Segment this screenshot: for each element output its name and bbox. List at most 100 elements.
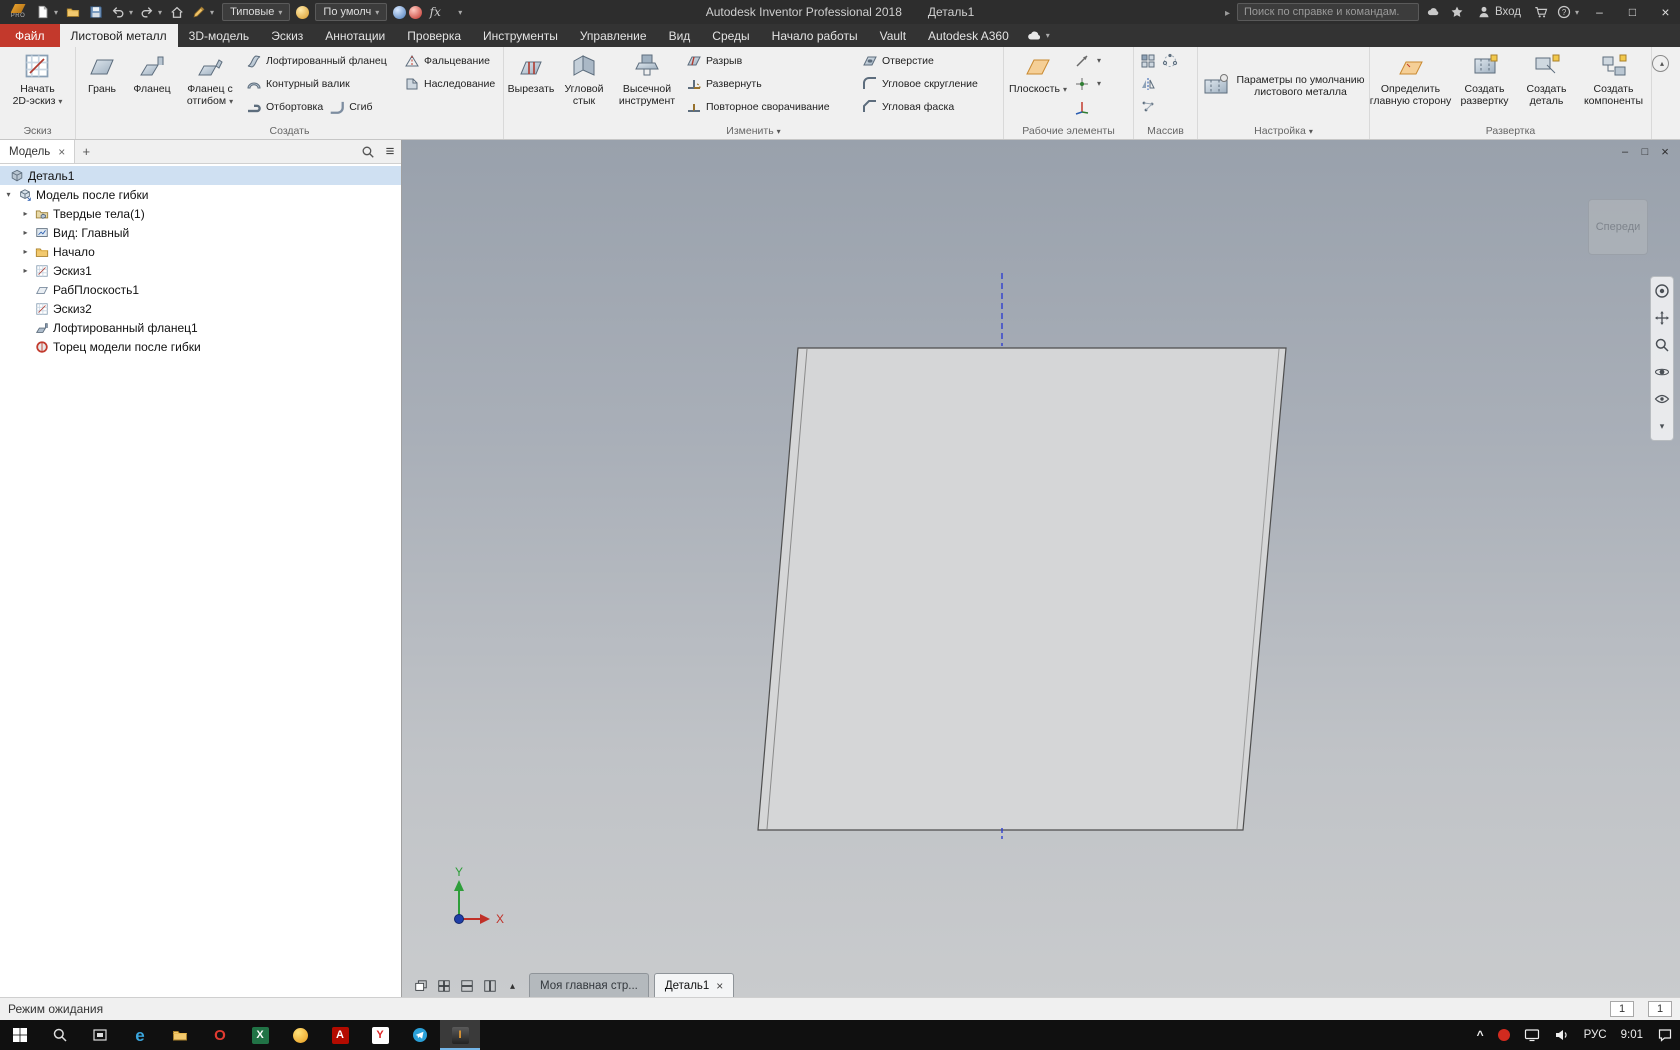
make-components-button[interactable]: Создать компоненты [1577, 49, 1651, 121]
taskbar-inventor-icon[interactable]: I [440, 1020, 480, 1050]
tree-item-lofted-flange1[interactable]: Лофтированный фланец1 [0, 318, 401, 337]
define-a-side-button[interactable]: Определить главную сторону [1370, 49, 1451, 121]
tray-display-icon[interactable] [1517, 1020, 1547, 1050]
expand-tabs-button[interactable] [501, 975, 524, 997]
ucs-button[interactable] [1071, 95, 1104, 118]
fold-button[interactable]: Фальцевание [401, 49, 505, 72]
measure-add-button[interactable] [448, 2, 468, 22]
tree-item-part[interactable]: Деталь1 [0, 166, 401, 185]
taskbar-disk-icon[interactable] [280, 1020, 320, 1050]
tray-overflow-icon[interactable] [1470, 1020, 1491, 1050]
ribbon-collapse-toggle[interactable] [1652, 55, 1669, 72]
browser-search-icon[interactable] [357, 140, 379, 163]
zoom-button[interactable] [1654, 337, 1670, 353]
tile-horizontal-icon[interactable] [455, 975, 478, 997]
taskbar-yandex-icon[interactable]: Y [360, 1020, 400, 1050]
home-button[interactable] [167, 2, 187, 22]
corner-seam-button[interactable]: Угловой стык [557, 49, 611, 121]
appearance-sphere-icon[interactable] [296, 5, 310, 19]
derive-button[interactable]: Наследование [401, 72, 505, 95]
expander-icon[interactable] [20, 209, 31, 218]
navbar-more-button[interactable] [1654, 418, 1670, 434]
tree-item-view-main[interactable]: Вид: Главный [0, 223, 401, 242]
expander-icon[interactable] [3, 190, 14, 199]
new-file-button[interactable] [34, 2, 60, 22]
language-indicator[interactable]: РУС [1577, 1020, 1614, 1050]
notification-center-icon[interactable] [1650, 1020, 1680, 1050]
work-axis-button[interactable] [1071, 49, 1104, 72]
browser-add-tab-button[interactable] [75, 140, 97, 163]
start-button[interactable] [0, 1020, 40, 1050]
tree-item-sketch1[interactable]: Эскиз1 [0, 261, 401, 280]
doc-tab-part[interactable]: Деталь1 [653, 973, 735, 997]
preset-dropdown[interactable]: Типовые [222, 3, 291, 21]
panel-label-modify[interactable]: Изменить [504, 123, 1003, 139]
redo-button[interactable] [138, 2, 164, 22]
material-sphere-icon[interactable] [393, 5, 407, 19]
look-at-button[interactable] [1654, 391, 1670, 407]
clash-sphere-icon[interactable] [409, 5, 423, 19]
help-button[interactable] [1555, 2, 1581, 22]
tree-item-end-of-folded[interactable]: Торец модели после гибки [0, 337, 401, 356]
expander-icon[interactable] [20, 247, 31, 256]
corner-chamfer-button[interactable]: Угловая фаска [859, 95, 1007, 118]
sheet-metal-part[interactable] [757, 347, 1287, 831]
taskbar-explorer-icon[interactable] [160, 1020, 200, 1050]
tile-vertical-icon[interactable] [478, 975, 501, 997]
viewport-canvas[interactable]: Y X [402, 140, 1680, 997]
tab-inspect[interactable]: Проверка [396, 24, 472, 47]
hole-button[interactable]: Отверстие [859, 49, 1007, 72]
taskbar-search-button[interactable] [40, 1020, 80, 1050]
tray-alert-icon[interactable] [1491, 1020, 1517, 1050]
tab-3d-model[interactable]: 3D-модель [178, 24, 261, 47]
lofted-flange-button[interactable]: Лофтированный фланец [243, 49, 399, 72]
expander-icon[interactable] [20, 266, 31, 275]
tab-tools[interactable]: Инструменты [472, 24, 569, 47]
material-dropdown[interactable]: По умолч [315, 3, 388, 21]
tree-item-workplane1[interactable]: РабПлоскость1 [0, 280, 401, 299]
unfold-button[interactable]: Развернуть [683, 72, 857, 95]
tab-annotations[interactable]: Аннотации [314, 24, 396, 47]
tree-item-folded-model[interactable]: Модель после гибки [0, 185, 401, 204]
save-button[interactable] [86, 2, 106, 22]
app-store-button[interactable] [1531, 2, 1551, 22]
tab-environments[interactable]: Среды [701, 24, 760, 47]
taskbar-edge-icon[interactable]: e [120, 1020, 160, 1050]
panel-label-setup[interactable]: Настройка [1198, 123, 1369, 139]
sheet-metal-defaults-button[interactable]: Параметры по умолчанию листового металла [1198, 68, 1368, 104]
maximize-button[interactable] [1618, 0, 1647, 24]
corner-round-button[interactable]: Угловое скругление [859, 72, 1007, 95]
taskbar-excel-icon[interactable]: X [240, 1020, 280, 1050]
tile-windows-icon[interactable] [432, 975, 455, 997]
doc-restore-button[interactable] [1635, 143, 1655, 160]
cut-button[interactable]: Вырезать [507, 49, 555, 121]
clock[interactable]: 9:01 [1614, 1020, 1650, 1050]
viewcube[interactable]: Спереди [1588, 199, 1648, 255]
pan-button[interactable] [1654, 310, 1670, 326]
work-point-button[interactable] [1071, 72, 1104, 95]
undo-button[interactable] [109, 2, 135, 22]
close-button[interactable] [1651, 0, 1680, 24]
tray-volume-icon[interactable] [1547, 1020, 1577, 1050]
a360-sync-icon[interactable] [1423, 2, 1443, 22]
start-2d-sketch-button[interactable]: Начать 2D-эскиз [13, 49, 63, 121]
tree-item-solid-bodies[interactable]: Твердые тела(1) [0, 204, 401, 223]
punch-tool-button[interactable]: Высечной инструмент [613, 49, 681, 121]
work-plane-button[interactable]: Плоскость [1007, 49, 1069, 121]
parameters-fx-button[interactable] [425, 2, 445, 22]
minimize-button[interactable] [1585, 0, 1614, 24]
task-view-button[interactable] [80, 1020, 120, 1050]
viewport[interactable]: Y X Спереди Моя главная стр... Деталь [402, 140, 1680, 997]
tab-a360[interactable]: Autodesk A360 [917, 24, 1020, 47]
tree-item-origin[interactable]: Начало [0, 242, 401, 261]
doc-tab-home[interactable]: Моя главная стр... [529, 973, 649, 997]
cascade-windows-icon[interactable] [409, 975, 432, 997]
browser-tab-model[interactable]: Модель [0, 140, 76, 163]
expander-icon[interactable] [20, 228, 31, 237]
tab-view[interactable]: Вид [658, 24, 702, 47]
face-button[interactable]: Грань [79, 49, 125, 121]
make-part-button[interactable]: Создать деталь [1519, 49, 1575, 121]
browser-menu-icon[interactable] [379, 140, 401, 163]
navigation-wheel-button[interactable] [1654, 283, 1670, 299]
a360-menu-button[interactable] [1026, 24, 1050, 47]
